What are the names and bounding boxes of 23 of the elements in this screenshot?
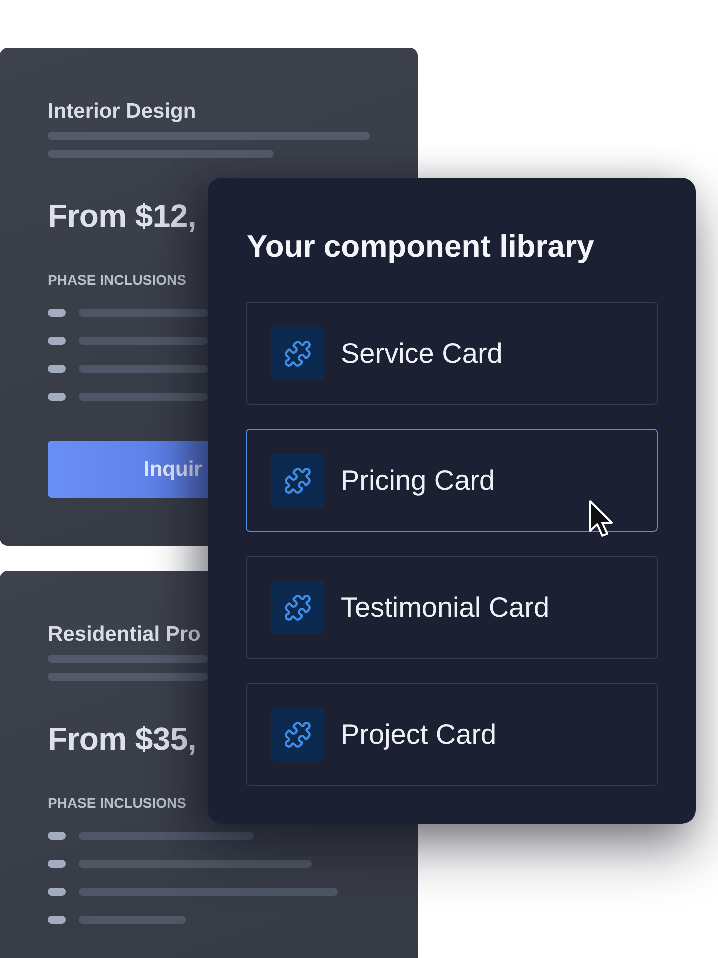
cursor-icon	[589, 500, 615, 540]
puzzle-icon	[271, 708, 324, 761]
bullet-icon	[48, 337, 66, 345]
bullet-icon	[48, 393, 66, 401]
price-text: From $12,	[48, 197, 196, 236]
bullet-icon	[48, 860, 66, 868]
puzzle-icon	[271, 327, 324, 380]
bullet-icon	[48, 309, 66, 317]
card-title: Residential Pro	[48, 622, 201, 648]
bullet-icon	[48, 888, 66, 896]
puzzle-icon	[271, 454, 324, 507]
bullet-icon	[48, 832, 66, 840]
card-title: Interior Design	[48, 99, 196, 125]
library-item[interactable]: Testimonial Card	[246, 556, 658, 659]
bullet-icon	[48, 916, 66, 924]
panel-title: Your component library	[246, 230, 596, 264]
library-item[interactable]: Project Card	[246, 683, 658, 786]
puzzle-icon	[271, 581, 324, 634]
bullet-icon	[48, 365, 66, 373]
price-text: From $35,	[48, 720, 196, 759]
library-item[interactable]: Service Card	[246, 302, 658, 405]
section-label: PHASE INCLUSIONS	[48, 794, 186, 812]
section-label: PHASE INCLUSIONS	[48, 271, 186, 289]
